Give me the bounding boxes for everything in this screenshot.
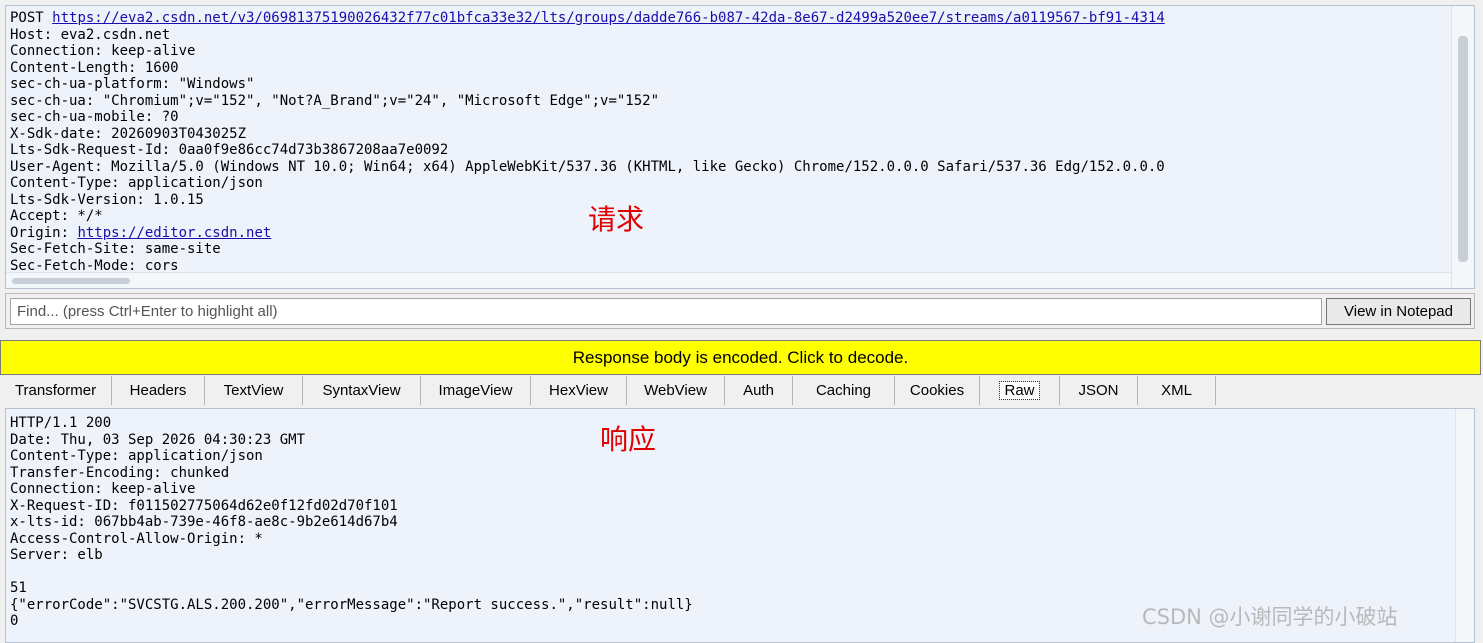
header-line: X-Sdk-date: 20260903T043025Z [10, 125, 247, 142]
request-text[interactable]: POST https://eva2.csdn.net/v3/0698137519… [10, 10, 1448, 274]
tab-cookies[interactable]: Cookies [895, 376, 980, 405]
response-line [10, 564, 1450, 581]
header-line: Connection: keep-alive [10, 43, 196, 59]
tab-transformer[interactable]: Transformer [0, 376, 112, 405]
response-text[interactable]: HTTP/1.1 200 Date: Thu, 03 Sep 2026 04:30… [10, 415, 1450, 630]
request-headers-after: Sec-Fetch-Site: same-site Sec-Fetch-Mode:… [10, 241, 1448, 274]
request-vertical-scrollbar[interactable] [1451, 6, 1474, 288]
tab-xml[interactable]: XML [1138, 376, 1216, 405]
header-line: Lts-Sdk-Request-Id: 0aa0f9e86cc74d73b386… [10, 142, 449, 158]
tab-webview[interactable]: WebView [627, 376, 725, 405]
header-line: Sec-Fetch-Site: same-site [10, 241, 221, 257]
response-line: Date: Thu, 03 Sep 2026 04:30:23 GMT [10, 431, 306, 448]
tab-imageview[interactable]: ImageView [421, 376, 531, 405]
header-line: Accept: */* [10, 208, 103, 224]
request-annotation: 请求 [588, 203, 645, 236]
response-line: X-Request-ID: f011502775064d62e0f12fd02d… [10, 497, 398, 514]
response-tab-strip: Transformer Headers TextView SyntaxView … [0, 376, 1483, 406]
request-horizontal-scrollbar[interactable] [6, 272, 1451, 288]
request-url-link[interactable]: https://eva2.csdn.net/v3/069813751900264… [52, 10, 1165, 26]
response-line: HTTP/1.1 200 [10, 415, 112, 431]
header-line: sec-ch-ua-mobile: ?0 [10, 109, 179, 125]
request-headers: Host: eva2.csdn.net Connection: keep-aliv… [10, 27, 1448, 225]
request-method: POST [10, 10, 44, 26]
header-line: Host: eva2.csdn.net [10, 26, 171, 43]
response-line: Access-Control-Allow-Origin: * [10, 530, 263, 547]
view-in-notepad-button[interactable]: View in Notepad [1326, 298, 1471, 325]
response-vertical-scrollbar[interactable] [1455, 409, 1474, 642]
tab-auth[interactable]: Auth [725, 376, 793, 405]
header-line: Content-Type: application/json [10, 175, 263, 191]
response-line: Transfer-Encoding: chunked [10, 464, 230, 481]
header-line: sec-ch-ua-platform: "Windows" [10, 76, 255, 92]
response-line: Content-Type: application/json [10, 448, 263, 464]
response-line: Server: elb [10, 547, 103, 563]
header-line: Content-Length: 1600 [10, 59, 179, 76]
find-bar: Find... (press Ctrl+Enter to highlight a… [5, 293, 1475, 329]
scroll-thumb[interactable] [1458, 36, 1468, 262]
pane-splitter[interactable] [0, 331, 1483, 339]
tab-raw[interactable]: Raw [980, 376, 1060, 405]
tab-syntaxview[interactable]: SyntaxView [303, 376, 421, 405]
response-line: x-lts-id: 067bb4ab-739e-46f8-ae8c-9b2e61… [10, 514, 398, 530]
tab-caching[interactable]: Caching [793, 376, 895, 405]
request-line: POST https://eva2.csdn.net/v3/0698137519… [10, 10, 1448, 27]
header-line: sec-ch-ua: "Chromium";v="152", "Not?A_Br… [10, 92, 660, 109]
decode-notice-bar[interactable]: Response body is encoded. Click to decod… [0, 340, 1481, 375]
response-line: 51 [10, 580, 27, 596]
tab-textview[interactable]: TextView [205, 376, 303, 405]
find-input[interactable]: Find... (press Ctrl+Enter to highlight a… [10, 298, 1322, 325]
origin-url-link[interactable]: https://editor.csdn.net [77, 225, 271, 241]
scroll-thumb[interactable] [12, 278, 130, 284]
header-line: User-Agent: Mozilla/5.0 (Windows NT 10.0… [10, 158, 1165, 175]
header-line: Lts-Sdk-Version: 1.0.15 [10, 191, 204, 208]
tab-json[interactable]: JSON [1060, 376, 1138, 405]
origin-header: Origin: https://editor.csdn.net [10, 224, 272, 241]
tab-headers[interactable]: Headers [112, 376, 205, 405]
tab-hexview[interactable]: HexView [531, 376, 627, 405]
csdn-watermark: CSDN @小谢同学的小破站 [1142, 605, 1398, 629]
response-annotation: 响应 [600, 423, 657, 456]
response-line: Connection: keep-alive [10, 481, 196, 497]
request-raw-pane[interactable]: POST https://eva2.csdn.net/v3/0698137519… [5, 5, 1475, 289]
